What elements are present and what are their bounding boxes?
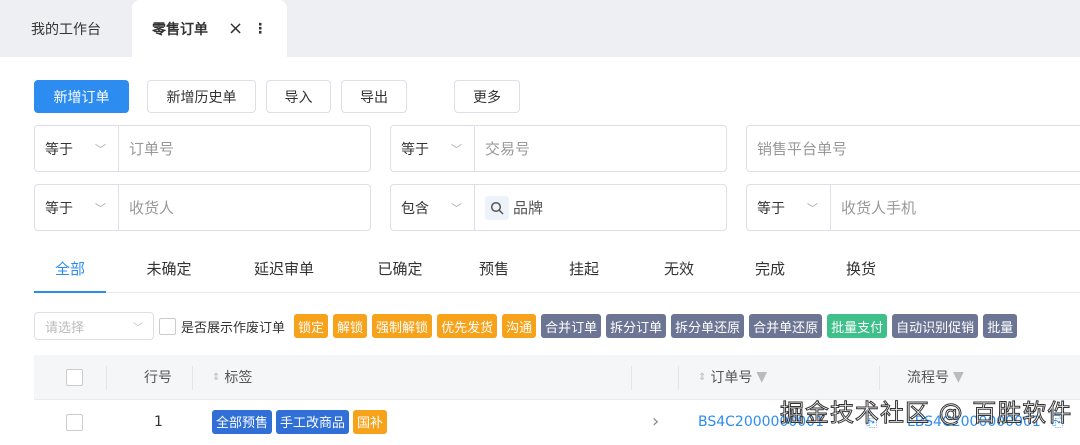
show-void-label: 是否展示作废订单 <box>181 320 286 336</box>
batch-action-button[interactable]: 合并订单 <box>541 314 602 338</box>
status-tab-unconfirmed[interactable]: 未确定 <box>132 258 206 293</box>
add-order-button[interactable]: 新增订单 <box>34 80 129 113</box>
batch-action-button[interactable]: 拆分订单 <box>606 314 667 338</box>
show-void-checkbox[interactable] <box>159 317 176 335</box>
batch-action-button[interactable]: 优先发货 <box>437 314 498 338</box>
filter-icon[interactable]: ▼ <box>953 369 964 385</box>
search-icon <box>485 195 509 220</box>
trade-no-input[interactable]: 交易号 <box>475 138 530 159</box>
status-tab-delayed[interactable]: 延迟审单 <box>239 258 329 293</box>
batch-select[interactable]: 请选择 ﹀ <box>34 312 154 340</box>
row-number: 1 <box>154 413 163 430</box>
operator-select[interactable]: 等于 ﹀ <box>391 126 475 171</box>
operator-value: 等于 <box>757 200 785 217</box>
row-checkbox[interactable] <box>66 400 83 445</box>
expand-chevron-icon[interactable]: › <box>652 400 659 443</box>
tab-label: 零售订单 <box>152 21 208 38</box>
status-tab-invalid[interactable]: 无效 <box>649 258 709 293</box>
column-label: 标签 <box>224 370 253 386</box>
brand-input[interactable]: 品牌 <box>509 197 543 218</box>
batch-action-button[interactable]: 拆分单还原 <box>671 314 745 338</box>
order-tag: 全部预售 <box>212 409 273 434</box>
operator-value: 包含 <box>401 200 429 217</box>
filter-brand: 包含 ﹀ 品牌 <box>390 184 727 231</box>
row-tags: 全部预售 手工改商品 国补 <box>212 400 388 443</box>
export-button[interactable]: 导出 <box>341 80 407 113</box>
more-icon[interactable]: ⋮ <box>253 21 267 37</box>
chevron-down-icon: ﹀ <box>95 142 106 156</box>
tab-workbench[interactable]: 我的工作台 <box>0 0 132 57</box>
select-placeholder: 请选择 <box>45 320 85 336</box>
filter-order-no: 等于 ﹀ 订单号 <box>34 125 371 172</box>
batch-action-button[interactable]: 解锁 <box>333 314 368 338</box>
status-tab-exchange[interactable]: 换货 <box>831 258 891 293</box>
operator-value: 等于 <box>45 200 73 217</box>
status-tab-completed[interactable]: 完成 <box>740 258 800 293</box>
chevron-down-icon: ﹀ <box>807 201 818 215</box>
column-order-no[interactable]: ⇕ 订单号 ▼ <box>698 355 767 399</box>
add-history-order-button[interactable]: 新增历史单 <box>147 80 256 113</box>
chevron-down-icon: ﹀ <box>95 201 106 215</box>
operator-select[interactable]: 等于 ﹀ <box>35 126 119 171</box>
more-button[interactable]: 更多 <box>454 80 520 113</box>
operator-select[interactable]: 包含 ﹀ <box>391 185 475 230</box>
order-tag: 国补 <box>353 409 388 434</box>
tab-label: 我的工作台 <box>31 21 101 38</box>
batch-action-button[interactable]: 锁定 <box>294 314 329 338</box>
chevron-down-icon: ﹀ <box>451 201 462 215</box>
batch-toolbar: 请选择 ﹀ 是否展示作废订单 锁定 解锁 强制解锁 优先发货 沟通 合并订单 拆分订单 拆分单还… <box>34 312 1018 340</box>
column-label: 流程号 <box>907 370 949 386</box>
batch-action-button[interactable]: 批量支付 <box>827 314 888 338</box>
watermark: 掘金技术社区 @ 百胜软件 <box>779 399 1073 428</box>
select-all-checkbox[interactable] <box>66 355 83 399</box>
page-tab-bar: 我的工作台 零售订单 × ⋮ <box>0 0 1080 57</box>
status-tab-confirmed[interactable]: 已确定 <box>364 258 436 293</box>
status-tab-all[interactable]: 全部 <box>34 258 106 293</box>
sort-icon: ⇕ <box>698 371 707 383</box>
operator-value: 等于 <box>45 141 73 158</box>
platform-order-no-input[interactable]: 销售平台单号 <box>747 138 847 159</box>
filter-platform-order-no: 销售平台单号 <box>746 125 1080 172</box>
column-row-no: 行号 <box>144 370 172 386</box>
close-icon[interactable]: × <box>228 18 243 39</box>
chevron-down-icon: ﹀ <box>133 322 143 334</box>
receiver-input[interactable]: 收货人 <box>119 197 174 218</box>
import-button[interactable]: 导入 <box>266 80 331 113</box>
operator-value: 等于 <box>401 141 429 158</box>
status-tab-suspended[interactable]: 挂起 <box>554 258 614 293</box>
filter-receiver-phone: 等于 ﹀ 收货人手机 <box>746 184 1080 231</box>
operator-select[interactable]: 等于 ﹀ <box>35 185 119 230</box>
column-tags[interactable]: ⇕ 标签 <box>212 355 252 399</box>
batch-action-button[interactable]: 批量 <box>983 314 1018 338</box>
chevron-down-icon: ﹀ <box>451 142 462 156</box>
status-tabs: 全部 未确定 延迟审单 已确定 预售 挂起 无效 完成 换货 <box>34 258 1080 293</box>
status-tab-presale[interactable]: 预售 <box>464 258 524 293</box>
order-no-input[interactable]: 订单号 <box>119 138 174 159</box>
receiver-phone-input[interactable]: 收货人手机 <box>831 197 916 218</box>
sort-icon: ⇕ <box>212 371 221 383</box>
operator-select[interactable]: 等于 ﹀ <box>747 185 831 230</box>
filter-trade-no: 等于 ﹀ 交易号 <box>390 125 727 172</box>
batch-action-button[interactable]: 强制解锁 <box>372 314 433 338</box>
filter-receiver: 等于 ﹀ 收货人 <box>34 184 371 231</box>
batch-action-button[interactable]: 沟通 <box>502 314 537 338</box>
batch-action-button[interactable]: 自动识别促销 <box>892 314 979 338</box>
order-tag: 手工改商品 <box>276 409 350 434</box>
column-label: 订单号 <box>710 370 753 386</box>
filter-icon[interactable]: ▼ <box>756 369 767 385</box>
batch-action-button[interactable]: 合并单还原 <box>749 314 823 338</box>
tab-retail-orders[interactable]: 零售订单 × ⋮ <box>132 0 287 57</box>
